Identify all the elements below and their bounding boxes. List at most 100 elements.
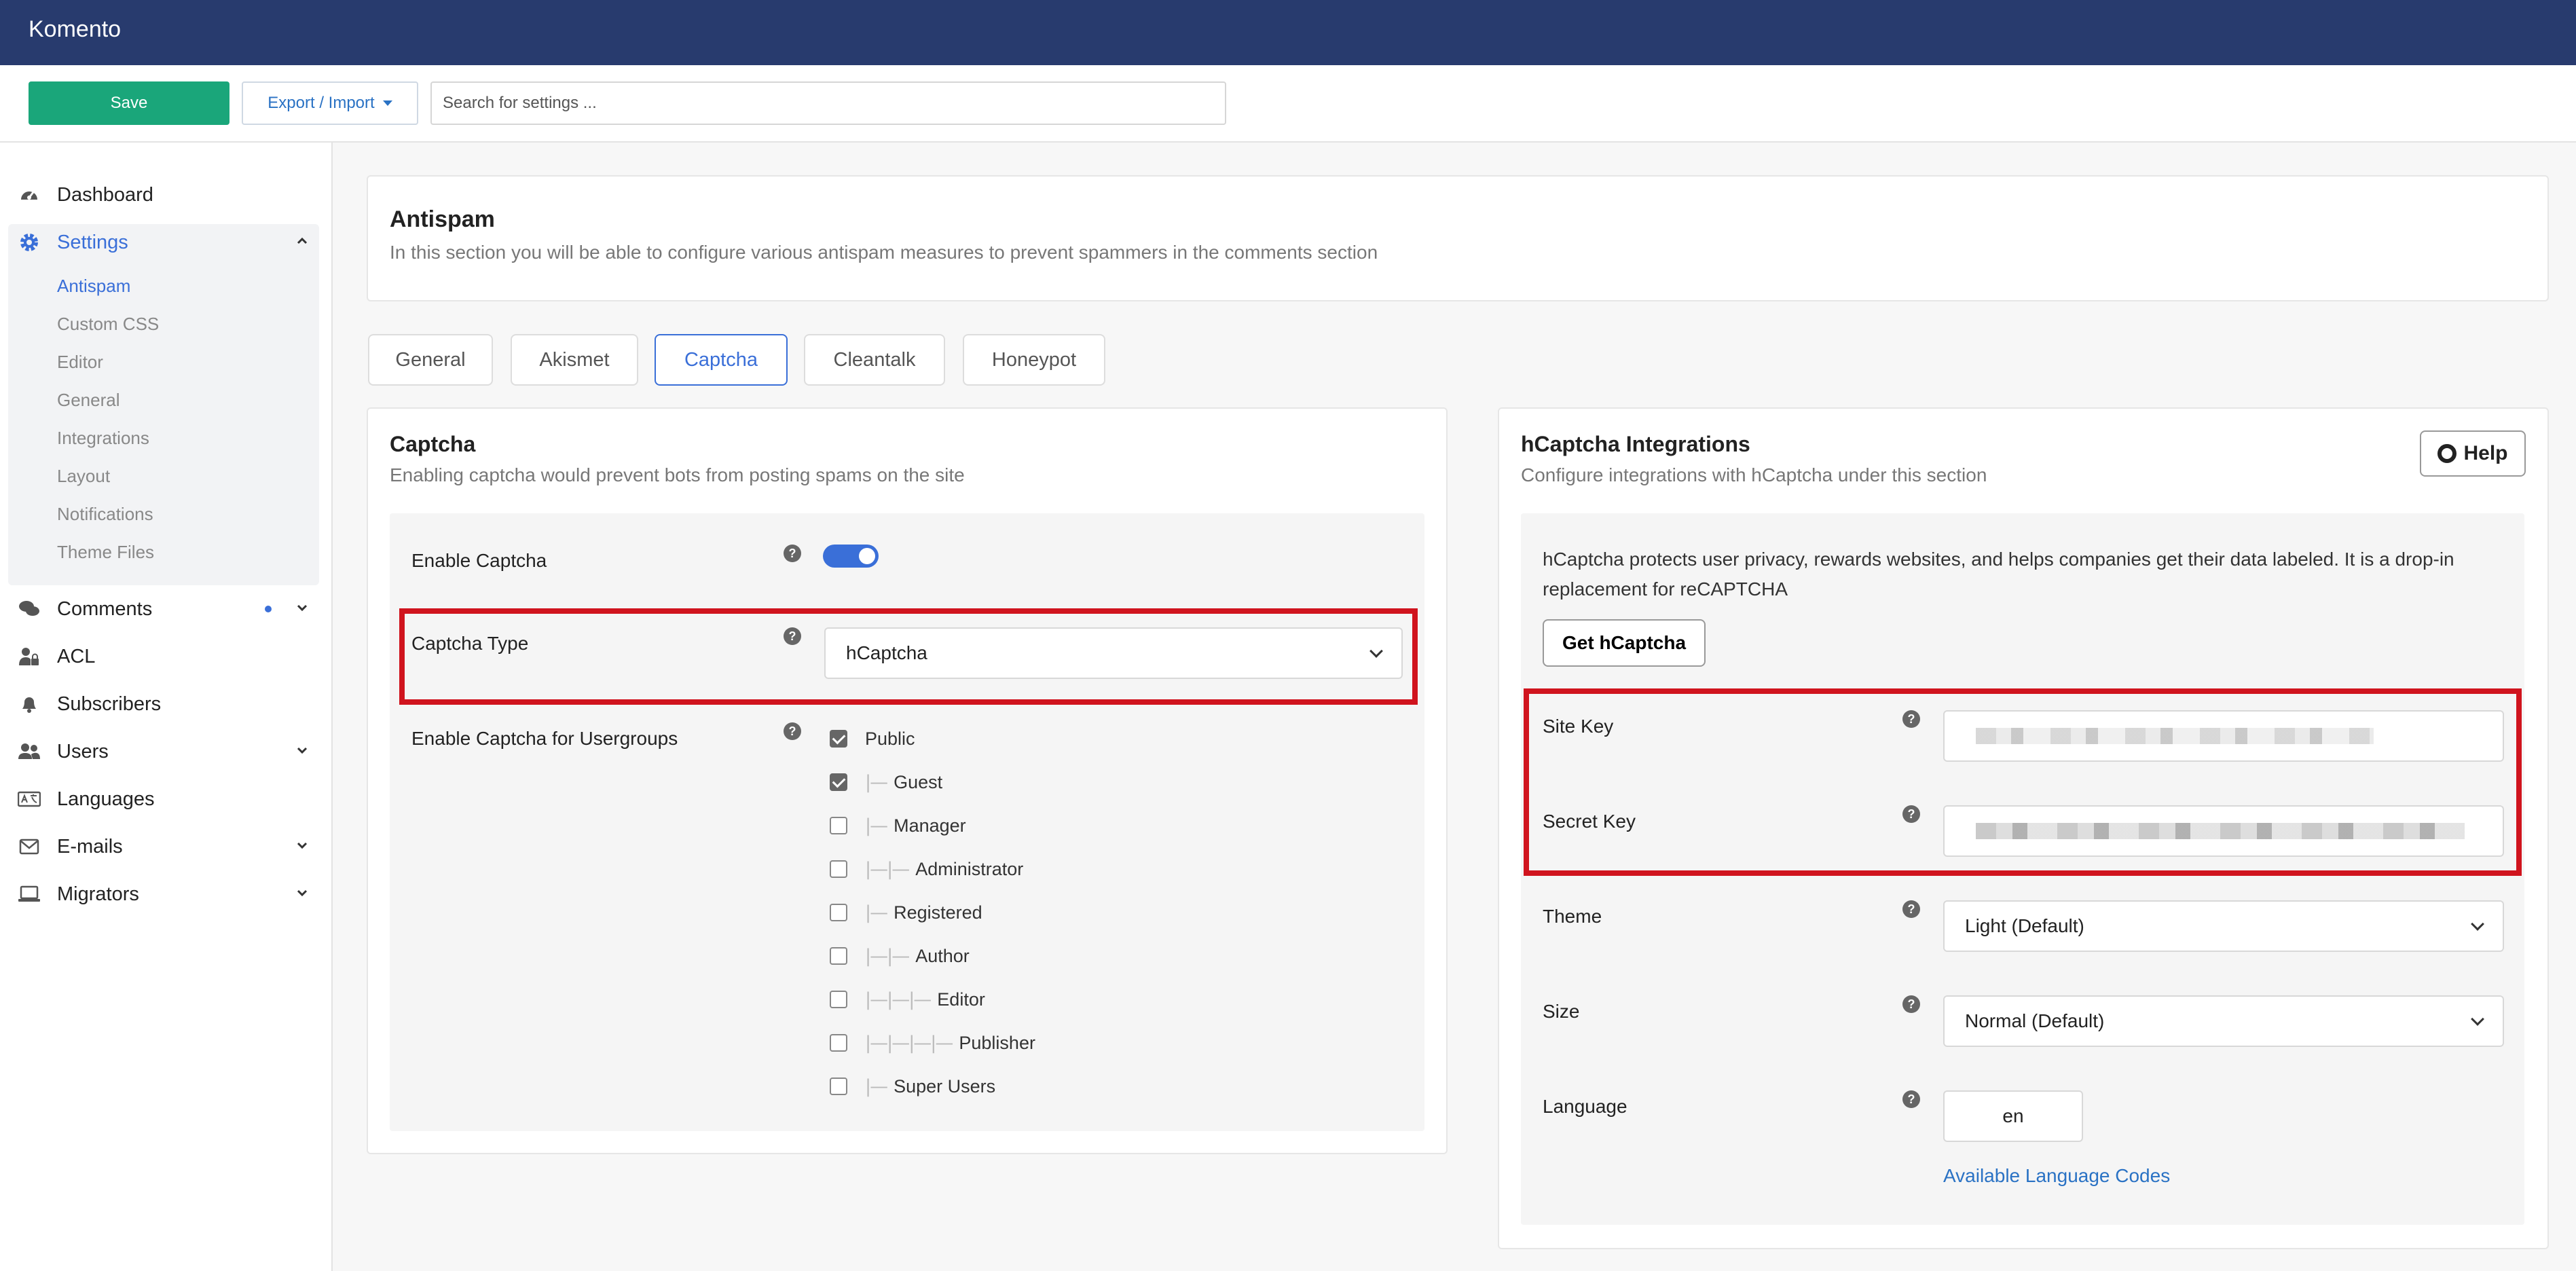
checkbox[interactable] <box>830 991 847 1008</box>
chevron-down-icon <box>1369 644 1383 658</box>
sidebar-subitem-integrations[interactable]: Integrations <box>57 424 149 452</box>
usergroup-administrator[interactable]: |—|— Administrator <box>830 855 1023 883</box>
sidebar-item-emails[interactable]: E-mails <box>18 830 310 864</box>
get-hcaptcha-button[interactable]: Get hCaptcha <box>1543 619 1706 667</box>
help-button[interactable]: Help <box>2420 430 2526 477</box>
captcha-type-label: Captcha Type <box>411 633 529 654</box>
usergroup-publisher[interactable]: |—|—|—|— Publisher <box>830 1029 1035 1056</box>
help-icon[interactable]: ? <box>1902 900 1920 918</box>
sidebar-subitem-antispam[interactable]: Antispam <box>57 272 130 299</box>
chevron-up-icon[interactable] <box>295 234 310 248</box>
hcaptcha-subtitle: Configure integrations with hCaptcha und… <box>1521 464 1987 485</box>
usergroup-registered[interactable]: |— Registered <box>830 899 982 926</box>
sidebar-item-label: Dashboard <box>57 183 153 206</box>
sidebar-subitem-general[interactable]: General <box>57 386 120 413</box>
tree-connector: |— <box>865 771 888 793</box>
usergroup-super-users[interactable]: |— Super Users <box>830 1073 995 1100</box>
enable-captcha-toggle[interactable] <box>823 545 879 568</box>
chevron-down-icon[interactable] <box>295 600 310 615</box>
checkbox[interactable] <box>830 730 847 748</box>
header-card <box>367 175 2549 301</box>
sidebar-item-migrators[interactable]: Migrators <box>18 877 310 911</box>
theme-label: Theme <box>1543 906 1602 927</box>
checkbox[interactable] <box>830 1034 847 1052</box>
usergroup-label: Publisher <box>959 1032 1035 1053</box>
size-select[interactable]: Normal (Default) <box>1943 995 2504 1047</box>
checkbox[interactable] <box>830 817 847 834</box>
hcaptcha-description: hCaptcha protects user privacy, rewards … <box>1543 549 2454 600</box>
gear-icon <box>18 231 41 254</box>
usergroup-label: Super Users <box>894 1075 996 1097</box>
language-value: en <box>2002 1105 2024 1126</box>
help-icon[interactable]: ? <box>784 627 801 645</box>
chevron-down-icon[interactable] <box>295 838 310 853</box>
sidebar-item-label: Subscribers <box>57 693 162 715</box>
tab-captcha[interactable]: Captcha <box>655 334 788 386</box>
help-icon[interactable]: ? <box>1902 710 1920 728</box>
usergroup-label: Public <box>865 728 915 749</box>
page-subtitle: In this section you will be able to conf… <box>390 242 1378 263</box>
users-icon <box>18 740 41 763</box>
sidebar-item-settings[interactable]: Settings <box>18 225 310 259</box>
captcha-type-value: hCaptcha <box>846 642 927 663</box>
size-label: Size <box>1543 1001 1580 1022</box>
settings-group-bg <box>8 224 319 585</box>
usergroup-public[interactable]: Public <box>830 725 915 752</box>
usergroup-editor[interactable]: |—|—|— Editor <box>830 986 985 1013</box>
usergroup-author[interactable]: |—|— Author <box>830 942 970 970</box>
search-input[interactable] <box>430 81 1226 125</box>
checkbox[interactable] <box>830 904 847 921</box>
sidebar-item-dashboard[interactable]: Dashboard <box>18 178 310 212</box>
sidebar-item-users[interactable]: Users <box>18 735 310 769</box>
language-input[interactable]: en <box>1943 1090 2083 1142</box>
checkbox[interactable] <box>830 773 847 791</box>
language-codes-link[interactable]: Available Language Codes <box>1943 1165 2170 1187</box>
export-import-button[interactable]: Export / Import <box>242 81 418 125</box>
redacted-value <box>1976 728 2374 744</box>
usergroup-manager[interactable]: |— Manager <box>830 812 966 839</box>
tree-connector: |—|— <box>865 858 910 880</box>
theme-select[interactable]: Light (Default) <box>1943 900 2504 952</box>
help-icon[interactable]: ? <box>784 722 801 740</box>
tab-akismet[interactable]: Akismet <box>511 334 638 386</box>
tree-connector: |— <box>865 902 888 923</box>
captcha-type-select[interactable]: hCaptcha <box>824 627 1403 679</box>
tab-cleantalk[interactable]: Cleantalk <box>804 334 945 386</box>
secret-key-input[interactable] <box>1943 805 2504 857</box>
usergroup-guest[interactable]: |— Guest <box>830 769 942 796</box>
help-icon[interactable]: ? <box>1902 805 1920 823</box>
checkbox[interactable] <box>830 1077 847 1095</box>
sidebar-subitem-custom-css[interactable]: Custom CSS <box>57 310 159 337</box>
size-value: Normal (Default) <box>1965 1010 2105 1031</box>
checkbox[interactable] <box>830 947 847 965</box>
sidebar-subitem-layout[interactable]: Layout <box>57 462 110 490</box>
toolbar: Save Export / Import <box>0 65 2576 143</box>
help-icon[interactable]: ? <box>1902 1090 1920 1108</box>
redacted-value <box>1976 823 2465 839</box>
sidebar-item-acl[interactable]: ACL <box>18 640 310 674</box>
checkbox[interactable] <box>830 860 847 878</box>
sidebar-subitem-notifications[interactable]: Notifications <box>57 500 153 528</box>
export-import-label: Export / Import <box>268 94 375 112</box>
sidebar: Dashboard Settings Antispam Custom CSS E… <box>0 143 333 1271</box>
tab-general[interactable]: General <box>368 334 493 386</box>
usergroup-label: Author <box>915 945 970 966</box>
app-title: Komento <box>29 16 122 42</box>
help-icon[interactable]: ? <box>1902 995 1920 1013</box>
chevron-down-icon[interactable] <box>295 743 310 758</box>
sidebar-item-comments[interactable]: Comments <box>18 592 310 626</box>
help-icon[interactable]: ? <box>784 545 801 562</box>
captcha-title: Captcha <box>390 432 476 456</box>
tab-honeypot[interactable]: Honeypot <box>963 334 1105 386</box>
site-key-input[interactable] <box>1943 710 2504 762</box>
sidebar-subitem-editor[interactable]: Editor <box>57 348 103 375</box>
sidebar-item-languages[interactable]: Languages <box>18 782 310 816</box>
usergroup-label: Manager <box>894 815 966 836</box>
chevron-down-icon <box>2471 1012 2484 1026</box>
page-title: Antispam <box>390 206 495 232</box>
tree-connector: |—|—|— <box>865 989 932 1010</box>
save-button[interactable]: Save <box>29 81 229 125</box>
chevron-down-icon[interactable] <box>295 885 310 900</box>
sidebar-item-subscribers[interactable]: Subscribers <box>18 687 310 721</box>
sidebar-subitem-theme-files[interactable]: Theme Files <box>57 538 154 566</box>
